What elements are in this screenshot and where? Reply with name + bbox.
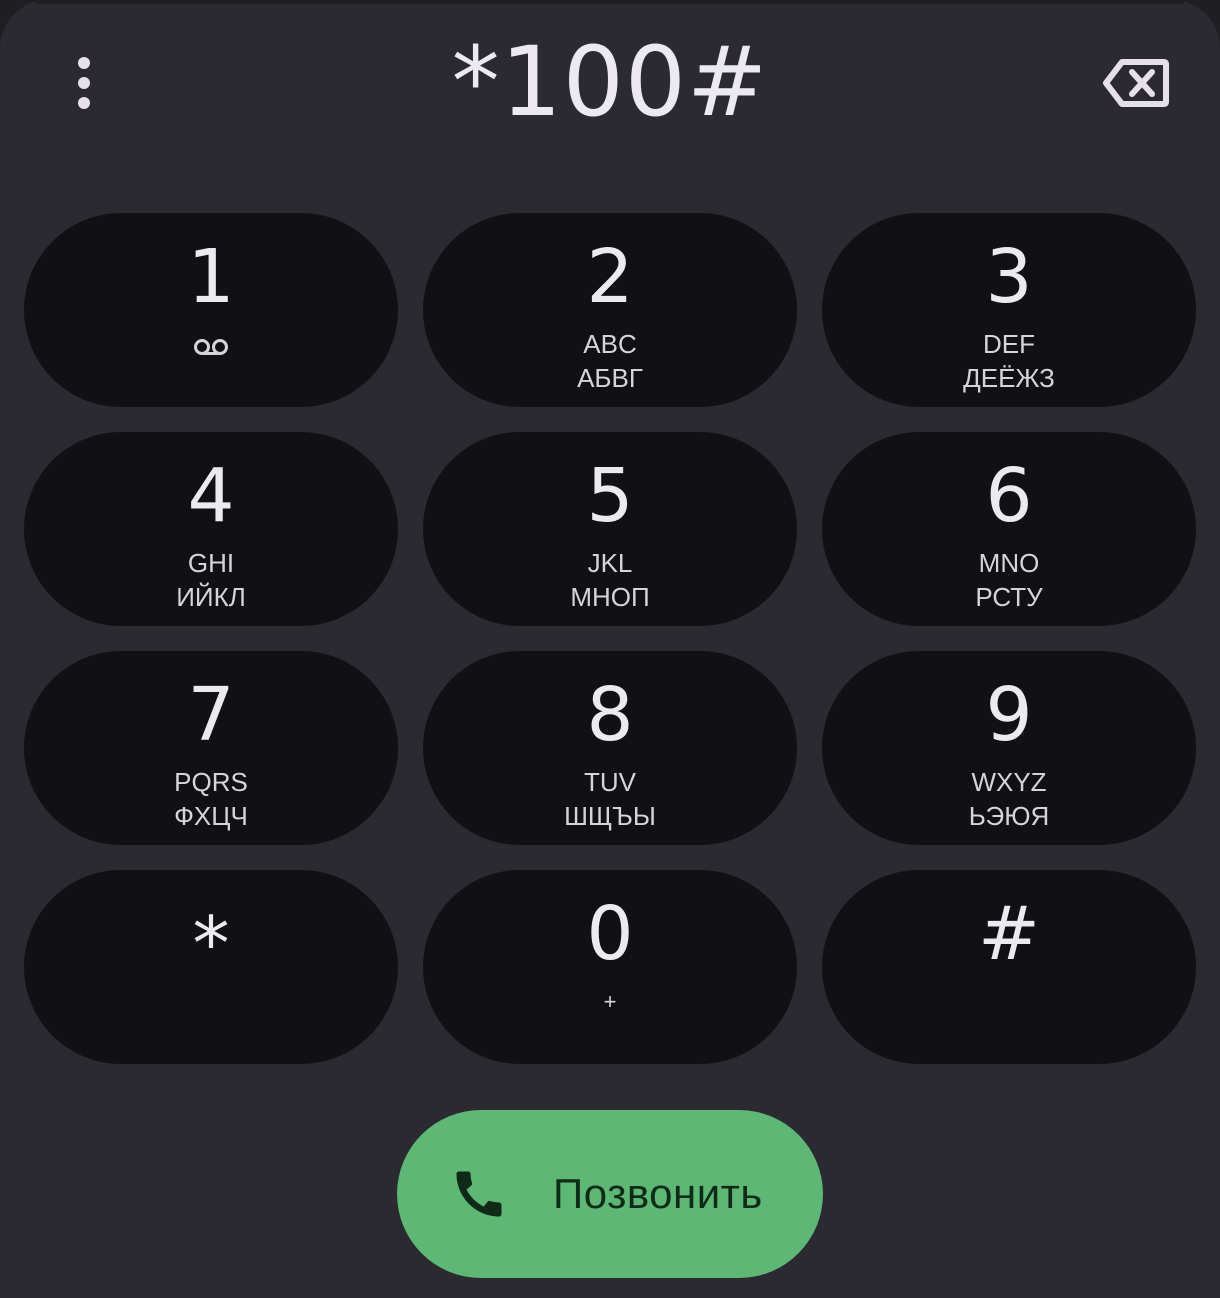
key-9[interactable]: 9 WXYZ ЬЭЮЯ [822,651,1196,845]
dialpad: 1 2 ABC АБВГ 3 DEF ДЕЁЖЗ 4 GHI ИЙКЛ 5 JK… [24,213,1196,1064]
call-button-label: Позвонить [553,1170,763,1217]
more-options-button[interactable] [54,48,114,118]
key-plus-label: + [603,989,617,1014]
key-letters-latin: WXYZ [971,767,1047,797]
key-3[interactable]: 3 DEF ДЕЁЖЗ [822,213,1196,407]
key-letters-cyrillic: ЬЭЮЯ [968,801,1050,831]
backspace-button[interactable] [1098,50,1174,116]
key-letters-latin: ABC [583,329,637,359]
key-digit: 2 [586,234,634,320]
key-1[interactable]: 1 [24,213,398,407]
voicemail-icon [194,339,228,355]
key-digit: # [977,891,1040,977]
top-edge [36,0,1184,4]
key-hash[interactable]: # [822,870,1196,1064]
key-digit: 9 [985,672,1033,758]
key-letters-cyrillic: МНОП [570,582,650,612]
key-digit: 5 [586,453,634,539]
key-0[interactable]: 0 + [423,870,797,1064]
more-vert-icon-dot [78,97,90,109]
call-button[interactable]: Позвонить [397,1110,823,1278]
key-letters-latin: MNO [978,548,1040,578]
key-digit: 7 [187,672,235,758]
key-6[interactable]: 6 MNO РСТУ [822,432,1196,626]
key-letters-cyrillic: ШЩЪЫ [564,801,656,831]
key-letters-cyrillic: ИЙКЛ [176,582,246,612]
key-star[interactable]: * [24,870,398,1064]
more-vert-icon-dot [78,77,90,89]
key-digit: 1 [187,234,235,320]
key-8[interactable]: 8 TUV ШЩЪЫ [423,651,797,845]
key-letters-latin: JKL [587,548,633,578]
dialer-sheet: *100# 1 2 ABC АБВГ 3 DEF ДЕЁЖЗ 4 GHI ИЙК… [0,0,1220,1298]
key-digit: 8 [586,672,634,758]
key-digit: 0 [586,891,634,977]
key-4[interactable]: 4 GHI ИЙКЛ [24,432,398,626]
key-5[interactable]: 5 JKL МНОП [423,432,797,626]
key-letters-latin: DEF [983,329,1035,359]
key-letters-cyrillic: ДЕЁЖЗ [963,363,1055,393]
key-letters-cyrillic: АБВГ [577,363,643,393]
key-7[interactable]: 7 PQRS ФХЦЧ [24,651,398,845]
key-digit: 6 [985,453,1033,539]
key-letters-latin: TUV [584,767,636,797]
key-letters-cyrillic: ФХЦЧ [174,801,248,831]
key-digit: * [192,901,230,987]
key-2[interactable]: 2 ABC АБВГ [423,213,797,407]
key-letters-latin: GHI [187,548,235,578]
key-digit: 3 [985,234,1033,320]
key-digit: 4 [187,453,235,539]
phone-icon [456,1171,502,1217]
dialed-number[interactable]: *100# [210,22,1010,142]
key-letters-cyrillic: РСТУ [975,582,1043,612]
more-vert-icon [78,57,90,69]
key-letters-latin: PQRS [174,767,248,797]
backspace-icon [1103,59,1169,107]
